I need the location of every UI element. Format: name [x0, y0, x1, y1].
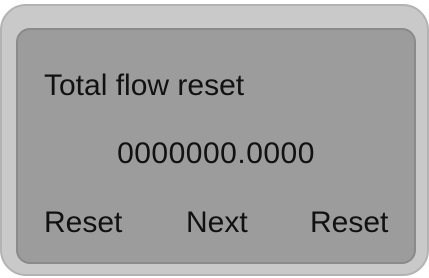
screen-title: Total flow reset: [44, 69, 245, 102]
next-softkey[interactable]: Next: [186, 206, 248, 240]
reset-left-softkey[interactable]: Reset: [44, 206, 122, 240]
softkey-bar: Reset Next Reset: [18, 206, 414, 246]
device-bezel: Total flow reset 0000000.0000 Reset Next…: [0, 4, 429, 276]
lcd-screen: Total flow reset 0000000.0000 Reset Next…: [16, 28, 416, 264]
reset-right-softkey[interactable]: Reset: [310, 206, 388, 240]
total-flow-value: 0000000.0000: [117, 137, 315, 170]
